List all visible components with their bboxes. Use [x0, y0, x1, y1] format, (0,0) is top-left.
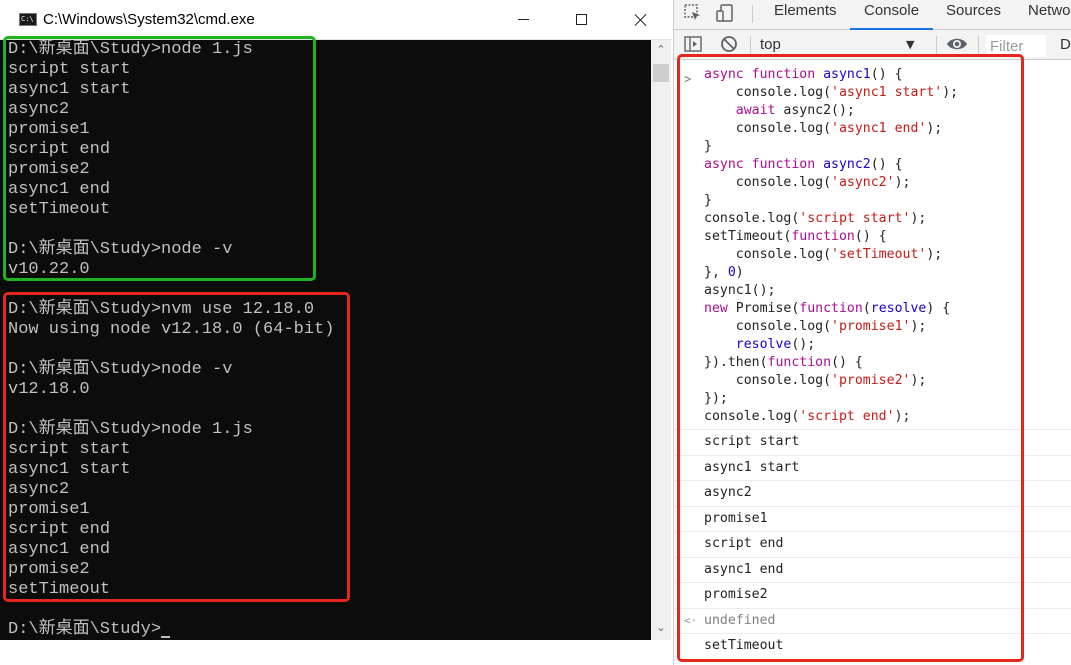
close-button[interactable] — [618, 0, 664, 39]
tab-console[interactable]: Console — [850, 0, 934, 30]
red-highlight-box-cmd — [3, 292, 350, 602]
device-toolbar-icon[interactable] — [716, 3, 736, 23]
toolbar-divider — [750, 36, 751, 54]
log-levels-dropdown[interactable]: D — [1060, 34, 1071, 56]
live-expression-eye-icon[interactable] — [946, 36, 968, 52]
devtools-tabbar: Elements Console Sources Netwo — [674, 0, 1071, 30]
scrollbar-thumb[interactable] — [653, 64, 669, 82]
toolbar-divider — [978, 36, 979, 54]
minimize-button[interactable] — [500, 0, 546, 39]
maximize-button[interactable] — [558, 0, 604, 39]
toolbar-divider — [936, 36, 937, 54]
red-highlight-box-devtools — [677, 54, 1024, 662]
tab-elements[interactable]: Elements — [774, 0, 837, 29]
inspect-element-icon[interactable] — [684, 4, 702, 22]
cmd-titlebar[interactable]: C:\ C:\Windows\System32\cmd.exe — [0, 0, 672, 40]
cmd-app-icon: C:\ — [19, 13, 37, 26]
context-selector[interactable]: top — [760, 34, 930, 56]
tab-network[interactable]: Netwo — [1028, 0, 1071, 29]
minimize-icon — [517, 19, 529, 20]
clear-console-icon[interactable] — [720, 35, 738, 53]
text-cursor — [161, 636, 171, 638]
toolbar-divider — [752, 5, 753, 23]
close-icon — [634, 13, 648, 27]
scroll-up-icon[interactable]: ⌃ — [651, 40, 671, 60]
cmd-window-title: C:\Windows\System32\cmd.exe — [43, 11, 255, 28]
dropdown-arrow-icon[interactable]: ▼ — [906, 34, 914, 56]
cmd-scrollbar[interactable]: ⌃ ⌄ — [651, 40, 671, 640]
maximize-icon — [575, 14, 587, 25]
tab-sources[interactable]: Sources — [946, 0, 1001, 29]
green-highlight-box — [3, 36, 316, 281]
show-sidebar-icon[interactable] — [684, 36, 702, 52]
console-line: D:\新桌面\Study> — [8, 620, 171, 640]
scroll-down-icon[interactable]: ⌄ — [651, 618, 671, 638]
